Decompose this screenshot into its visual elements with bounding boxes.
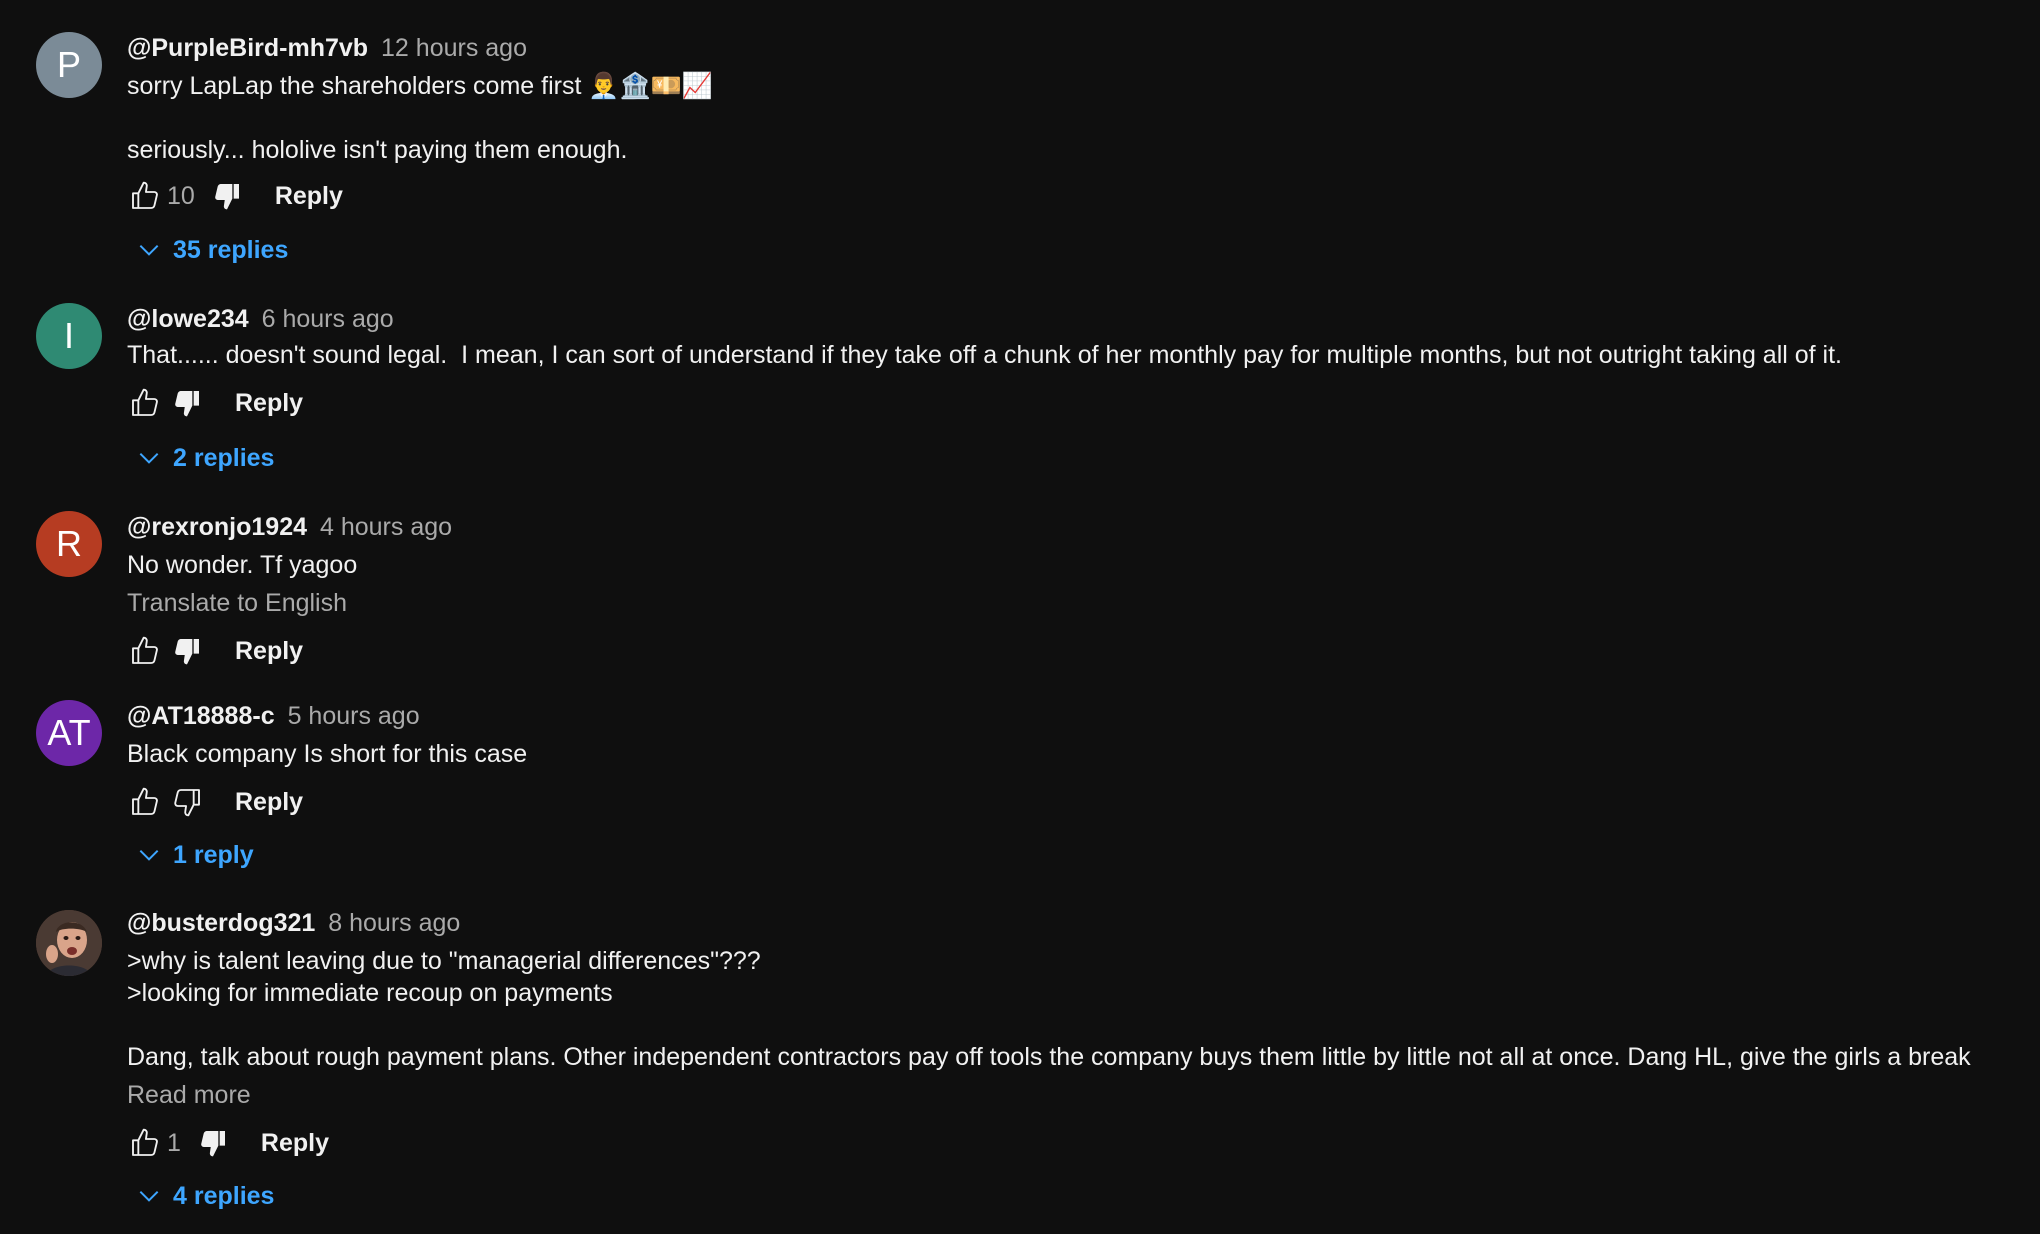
- view-replies-button[interactable]: 1 reply: [127, 833, 254, 877]
- chevron-down-icon: [131, 232, 167, 268]
- reply-button[interactable]: Reply: [261, 1129, 329, 1158]
- comment-time[interactable]: 8 hours ago: [328, 909, 460, 937]
- comment-author[interactable]: @busterdog321: [127, 909, 315, 937]
- comment-author[interactable]: @AT18888-c: [127, 702, 275, 730]
- like-button[interactable]: [127, 1125, 163, 1161]
- like-count: 1: [167, 1128, 181, 1157]
- thumbs-up-icon: [132, 388, 158, 416]
- comments-section: P @PurpleBird-mh7vb 12 hours ago sorry L…: [0, 0, 2040, 1234]
- like-button[interactable]: [127, 385, 163, 421]
- avatar-letter: R: [56, 523, 82, 564]
- dislike-button[interactable]: [169, 784, 205, 820]
- read-more-link[interactable]: Read more: [127, 1079, 2040, 1111]
- view-replies-button[interactable]: 4 replies: [127, 1174, 274, 1218]
- thumbs-up-icon: [132, 787, 158, 815]
- reply-button[interactable]: Reply: [235, 637, 303, 666]
- like-count: 10: [167, 181, 195, 210]
- replies-count: 4 replies: [173, 1181, 275, 1210]
- comment-text: >looking for immediate recoup on payment…: [127, 979, 613, 1007]
- comment-body: @rexronjo1924 4 hours ago No wonder. Tf …: [127, 511, 2040, 673]
- thumbs-up-icon: [132, 1128, 158, 1156]
- avatar[interactable]: I: [36, 303, 102, 369]
- dislike-button[interactable]: [195, 1125, 231, 1161]
- comment-author[interactable]: @rexronjo1924: [127, 513, 307, 541]
- comment-author[interactable]: @PurpleBird-mh7vb: [127, 34, 368, 62]
- replies-count: 1 reply: [173, 840, 254, 869]
- comment-actions: Reply: [127, 780, 2040, 824]
- comment-actions: Reply: [127, 629, 2040, 673]
- thumbs-up-icon: [132, 636, 158, 664]
- like-button[interactable]: [127, 784, 163, 820]
- comment-body: @lowe234 6 hours ago That...... doesn't …: [127, 303, 2040, 425]
- comment-actions: 1 Reply: [127, 1121, 2040, 1165]
- avatar-letter: I: [63, 315, 74, 356]
- reply-button[interactable]: Reply: [275, 182, 343, 211]
- comment-body: @PurpleBird-mh7vb 12 hours ago sorry Lap…: [127, 32, 2040, 218]
- comment-header: @rexronjo1924 4 hours ago: [127, 511, 2040, 543]
- comment-actions: 10 Reply: [127, 174, 2040, 218]
- comment-header: @lowe234 6 hours ago: [127, 303, 2040, 335]
- avatar-letter: P: [56, 44, 81, 85]
- reply-button[interactable]: Reply: [235, 389, 303, 418]
- comment-time[interactable]: 6 hours ago: [262, 305, 394, 333]
- comment-author[interactable]: @lowe234: [127, 305, 249, 333]
- replies-count: 2 replies: [173, 443, 275, 472]
- profile-photo-icon: [36, 910, 102, 976]
- like-button[interactable]: [127, 633, 163, 669]
- comment-header: @PurpleBird-mh7vb 12 hours ago: [127, 32, 2040, 64]
- dislike-button[interactable]: [169, 385, 205, 421]
- comment-body: @AT18888-c 5 hours ago Black company Is …: [127, 700, 2040, 824]
- chevron-down-icon: [131, 440, 167, 476]
- comment-text: seriously... hololive isn't paying them …: [127, 136, 628, 164]
- avatar[interactable]: P: [36, 32, 102, 98]
- thumbs-up-icon: [132, 181, 158, 209]
- like-button[interactable]: [127, 178, 163, 214]
- comment-time[interactable]: 12 hours ago: [381, 34, 527, 62]
- view-replies-button[interactable]: 35 replies: [127, 228, 288, 272]
- chevron-down-icon: [131, 837, 167, 873]
- thumbs-down-icon: [174, 789, 200, 817]
- comment-text: Black company Is short for this case: [127, 740, 528, 768]
- reply-button[interactable]: Reply: [235, 788, 303, 817]
- comment-text: sorry LapLap the shareholders come first…: [127, 72, 713, 100]
- comment-time[interactable]: 5 hours ago: [288, 702, 420, 730]
- comment-time[interactable]: 4 hours ago: [320, 513, 452, 541]
- avatar-letter: AT: [47, 712, 91, 753]
- dislike-button[interactable]: [169, 633, 205, 669]
- comment-body: @busterdog321 8 hours ago >why is talent…: [127, 907, 2040, 1165]
- thumbs-down-filled-icon: [215, 184, 239, 210]
- avatar[interactable]: R: [36, 511, 102, 577]
- comment-header: @AT18888-c 5 hours ago: [127, 700, 2040, 732]
- replies-count: 35 replies: [173, 235, 289, 264]
- comment-header: @busterdog321 8 hours ago: [127, 907, 2040, 939]
- translate-link[interactable]: Translate to English: [127, 587, 2040, 619]
- chevron-down-icon: [131, 1178, 167, 1214]
- thumbs-down-filled-icon: [175, 391, 199, 417]
- comment-actions: Reply: [127, 381, 2040, 425]
- thumbs-down-filled-icon: [175, 639, 199, 665]
- dislike-button[interactable]: [209, 178, 245, 214]
- comment-text: Dang, talk about rough payment plans. Ot…: [127, 1043, 1971, 1071]
- comment-text: No wonder. Tf yagoo: [127, 551, 358, 579]
- comment-text: That...... doesn't sound legal. I mean, …: [127, 341, 1842, 369]
- avatar[interactable]: AT: [36, 700, 102, 766]
- avatar[interactable]: [36, 910, 102, 976]
- view-replies-button[interactable]: 2 replies: [127, 436, 274, 480]
- thumbs-down-filled-icon: [201, 1131, 225, 1157]
- comment-text: >why is talent leaving due to "manageria…: [127, 947, 761, 975]
